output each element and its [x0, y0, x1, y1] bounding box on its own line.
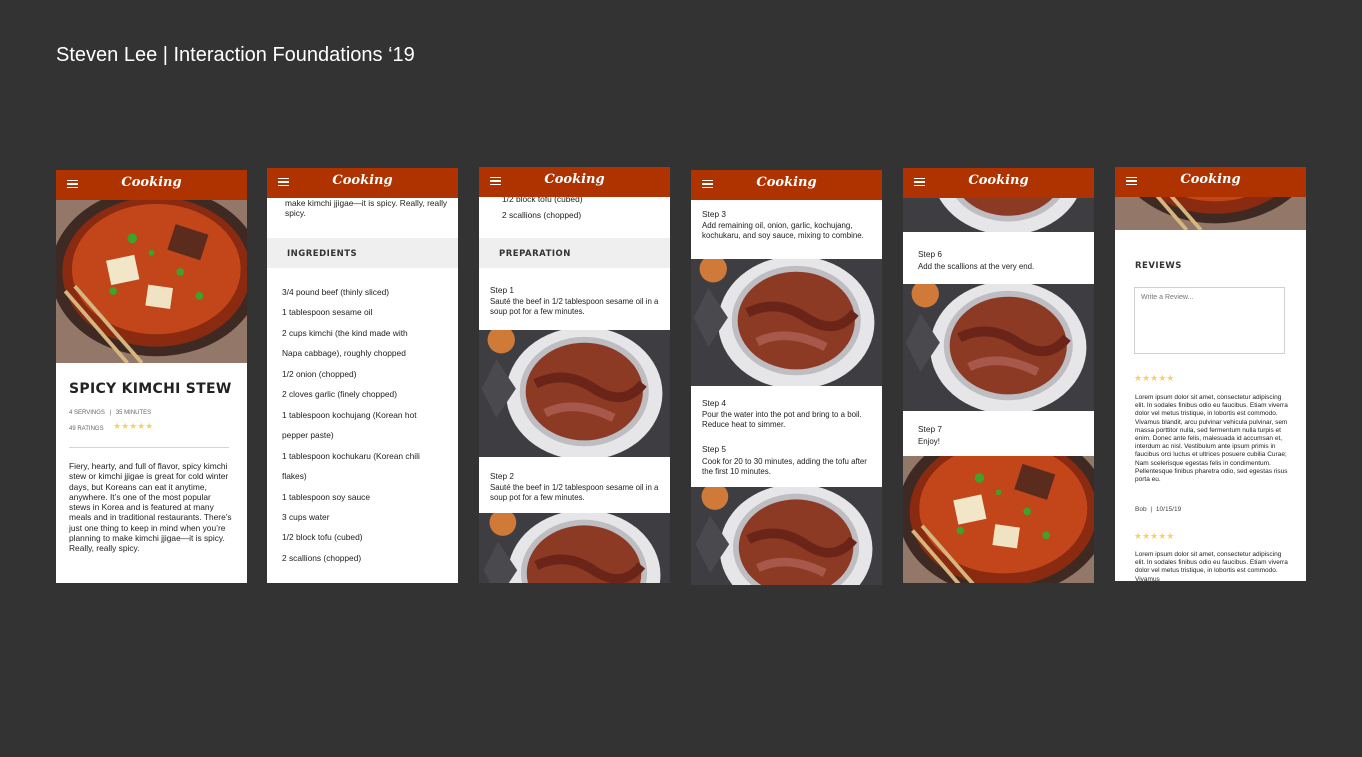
step-4-title: Step 4 [702, 398, 726, 408]
app-bar: Cooking [267, 168, 458, 198]
step-6-title: Step 6 [918, 249, 942, 259]
phone-screen-ingredients: Cooking make kimchi jjigae—it is spicy. … [267, 168, 458, 583]
stew-photo [1115, 197, 1306, 230]
preparation-header: PREPARATION [479, 238, 670, 268]
review-1-stars: ★★★★★ [1134, 373, 1175, 383]
step-3-title: Step 3 [702, 209, 726, 219]
step-2-text: Sauté the beef in 1/2 tablespoon sesame … [490, 483, 659, 502]
recipe-description: Fiery, hearty, and full of flavor, spicy… [69, 461, 232, 554]
review-input[interactable] [1134, 287, 1285, 354]
divider [69, 447, 229, 448]
stew-photo [56, 200, 247, 363]
brand-logo: Cooking [121, 175, 182, 190]
app-bar: Cooking [903, 168, 1094, 198]
brand-logo: Cooking [544, 172, 605, 187]
ingredient-item: 1 tablespoon kochujang (Korean hot [282, 410, 417, 420]
rating-stars[interactable]: ★★★★★ [113, 421, 153, 432]
ingredient-item: 2 cloves garlic (finely chopped) [282, 389, 397, 399]
ingredient-item: 2 scallions (chopped) [502, 210, 582, 220]
ingredient-item: 2 scallions (chopped) [282, 553, 362, 563]
brand-logo: Cooking [332, 173, 393, 188]
stew-photo [903, 456, 1094, 583]
ingredient-item: 1 tablespoon soy sauce [282, 492, 370, 502]
ingredient-item: 2 cups kimchi (the kind made with [282, 328, 408, 338]
ingredient-item: 1 tablespoon kochukaru (Korean chili [282, 451, 420, 461]
ingredient-item: Napa cabbage), roughly chopped [282, 348, 406, 358]
app-bar: Cooking [1115, 167, 1306, 197]
pot-photo [903, 284, 1094, 411]
app-bar: Cooking [479, 167, 670, 197]
phone-screen-reviews: Cooking REVIEWS ★★★★★ Lorem ipsum dolor … [1115, 167, 1306, 581]
phone-screen-steps-3-5: Cooking Step 3 Add remaining oil, onion,… [691, 170, 882, 585]
ingredients-header: INGREDIENTS [267, 238, 458, 268]
recipe-title: SPICY KIMCHI STEW [69, 381, 232, 397]
servings-label: 4 SERVINGS [69, 410, 105, 416]
app-bar: Cooking [56, 170, 247, 200]
step-1-text: Sauté the beef in 1/2 tablespoon sesame … [490, 297, 659, 316]
step-2-title: Step 2 [490, 471, 514, 481]
phone-screen-steps-6-7: Cooking Step 6 Add the scallions at the … [903, 168, 1094, 583]
brand-logo: Cooking [756, 175, 817, 190]
step-5-text: Cook for 20 to 30 minutes, adding the to… [702, 457, 867, 476]
brand-logo: Cooking [1180, 172, 1241, 187]
pot-photo [479, 330, 670, 457]
pot-photo [903, 198, 1094, 232]
step-7-title: Step 7 [918, 424, 942, 434]
pot-photo [691, 259, 882, 386]
step-7-text: Enjoy! [918, 437, 940, 446]
ingredient-item: 1 tablespoon sesame oil [282, 307, 373, 317]
review-1-author: Bob [1135, 506, 1147, 513]
ingredient-item: 1/2 onion (chopped) [282, 369, 357, 379]
description-continued: make kimchi jjigae—it is spicy. Really, … [285, 198, 448, 218]
ratings-count: 49 RATINGS [69, 426, 104, 432]
step-3-text: Add remaining oil, onion, garlic, kochuj… [702, 221, 864, 240]
review-1-date: 10/15/19 [1155, 506, 1182, 513]
step-6-text: Add the scallions at the very end. [918, 262, 1035, 271]
review-2-text: Lorem ipsum dolor sit amet, consectetur … [1135, 551, 1288, 581]
brand-logo: Cooking [968, 173, 1029, 188]
phone-screen-overview: Cooking SPICY KIMCHI STEW 4 SERVINGS | 3… [56, 170, 247, 583]
step-1-title: Step 1 [490, 285, 514, 295]
step-5-title: Step 5 [702, 444, 726, 454]
review-2-stars: ★★★★★ [1134, 531, 1175, 541]
time-label: 35 MINUTES [115, 410, 152, 416]
page-title: Steven Lee | Interaction Foundations ‘19 [56, 44, 415, 66]
ingredient-item: 3/4 pound beef (thinly sliced) [282, 287, 390, 297]
step-4-text: Pour the water into the pot and bring to… [702, 410, 862, 429]
pot-photo [479, 513, 670, 583]
ingredient-item: 3 cups water [282, 512, 330, 522]
reviews-header: REVIEWS [1135, 261, 1182, 271]
pot-photo [691, 487, 882, 585]
ingredient-item: pepper paste) [282, 430, 334, 440]
app-bar: Cooking [691, 170, 882, 200]
phone-screen-preparation: Cooking 1/2 block tofu (cubed) 2 scallio… [479, 167, 670, 583]
ingredient-item: flakes) [282, 471, 307, 481]
ingredient-item: 1/2 block tofu (cubed) [282, 532, 363, 542]
review-1-text: Lorem ipsum dolor sit amet, consectetur … [1135, 394, 1288, 484]
